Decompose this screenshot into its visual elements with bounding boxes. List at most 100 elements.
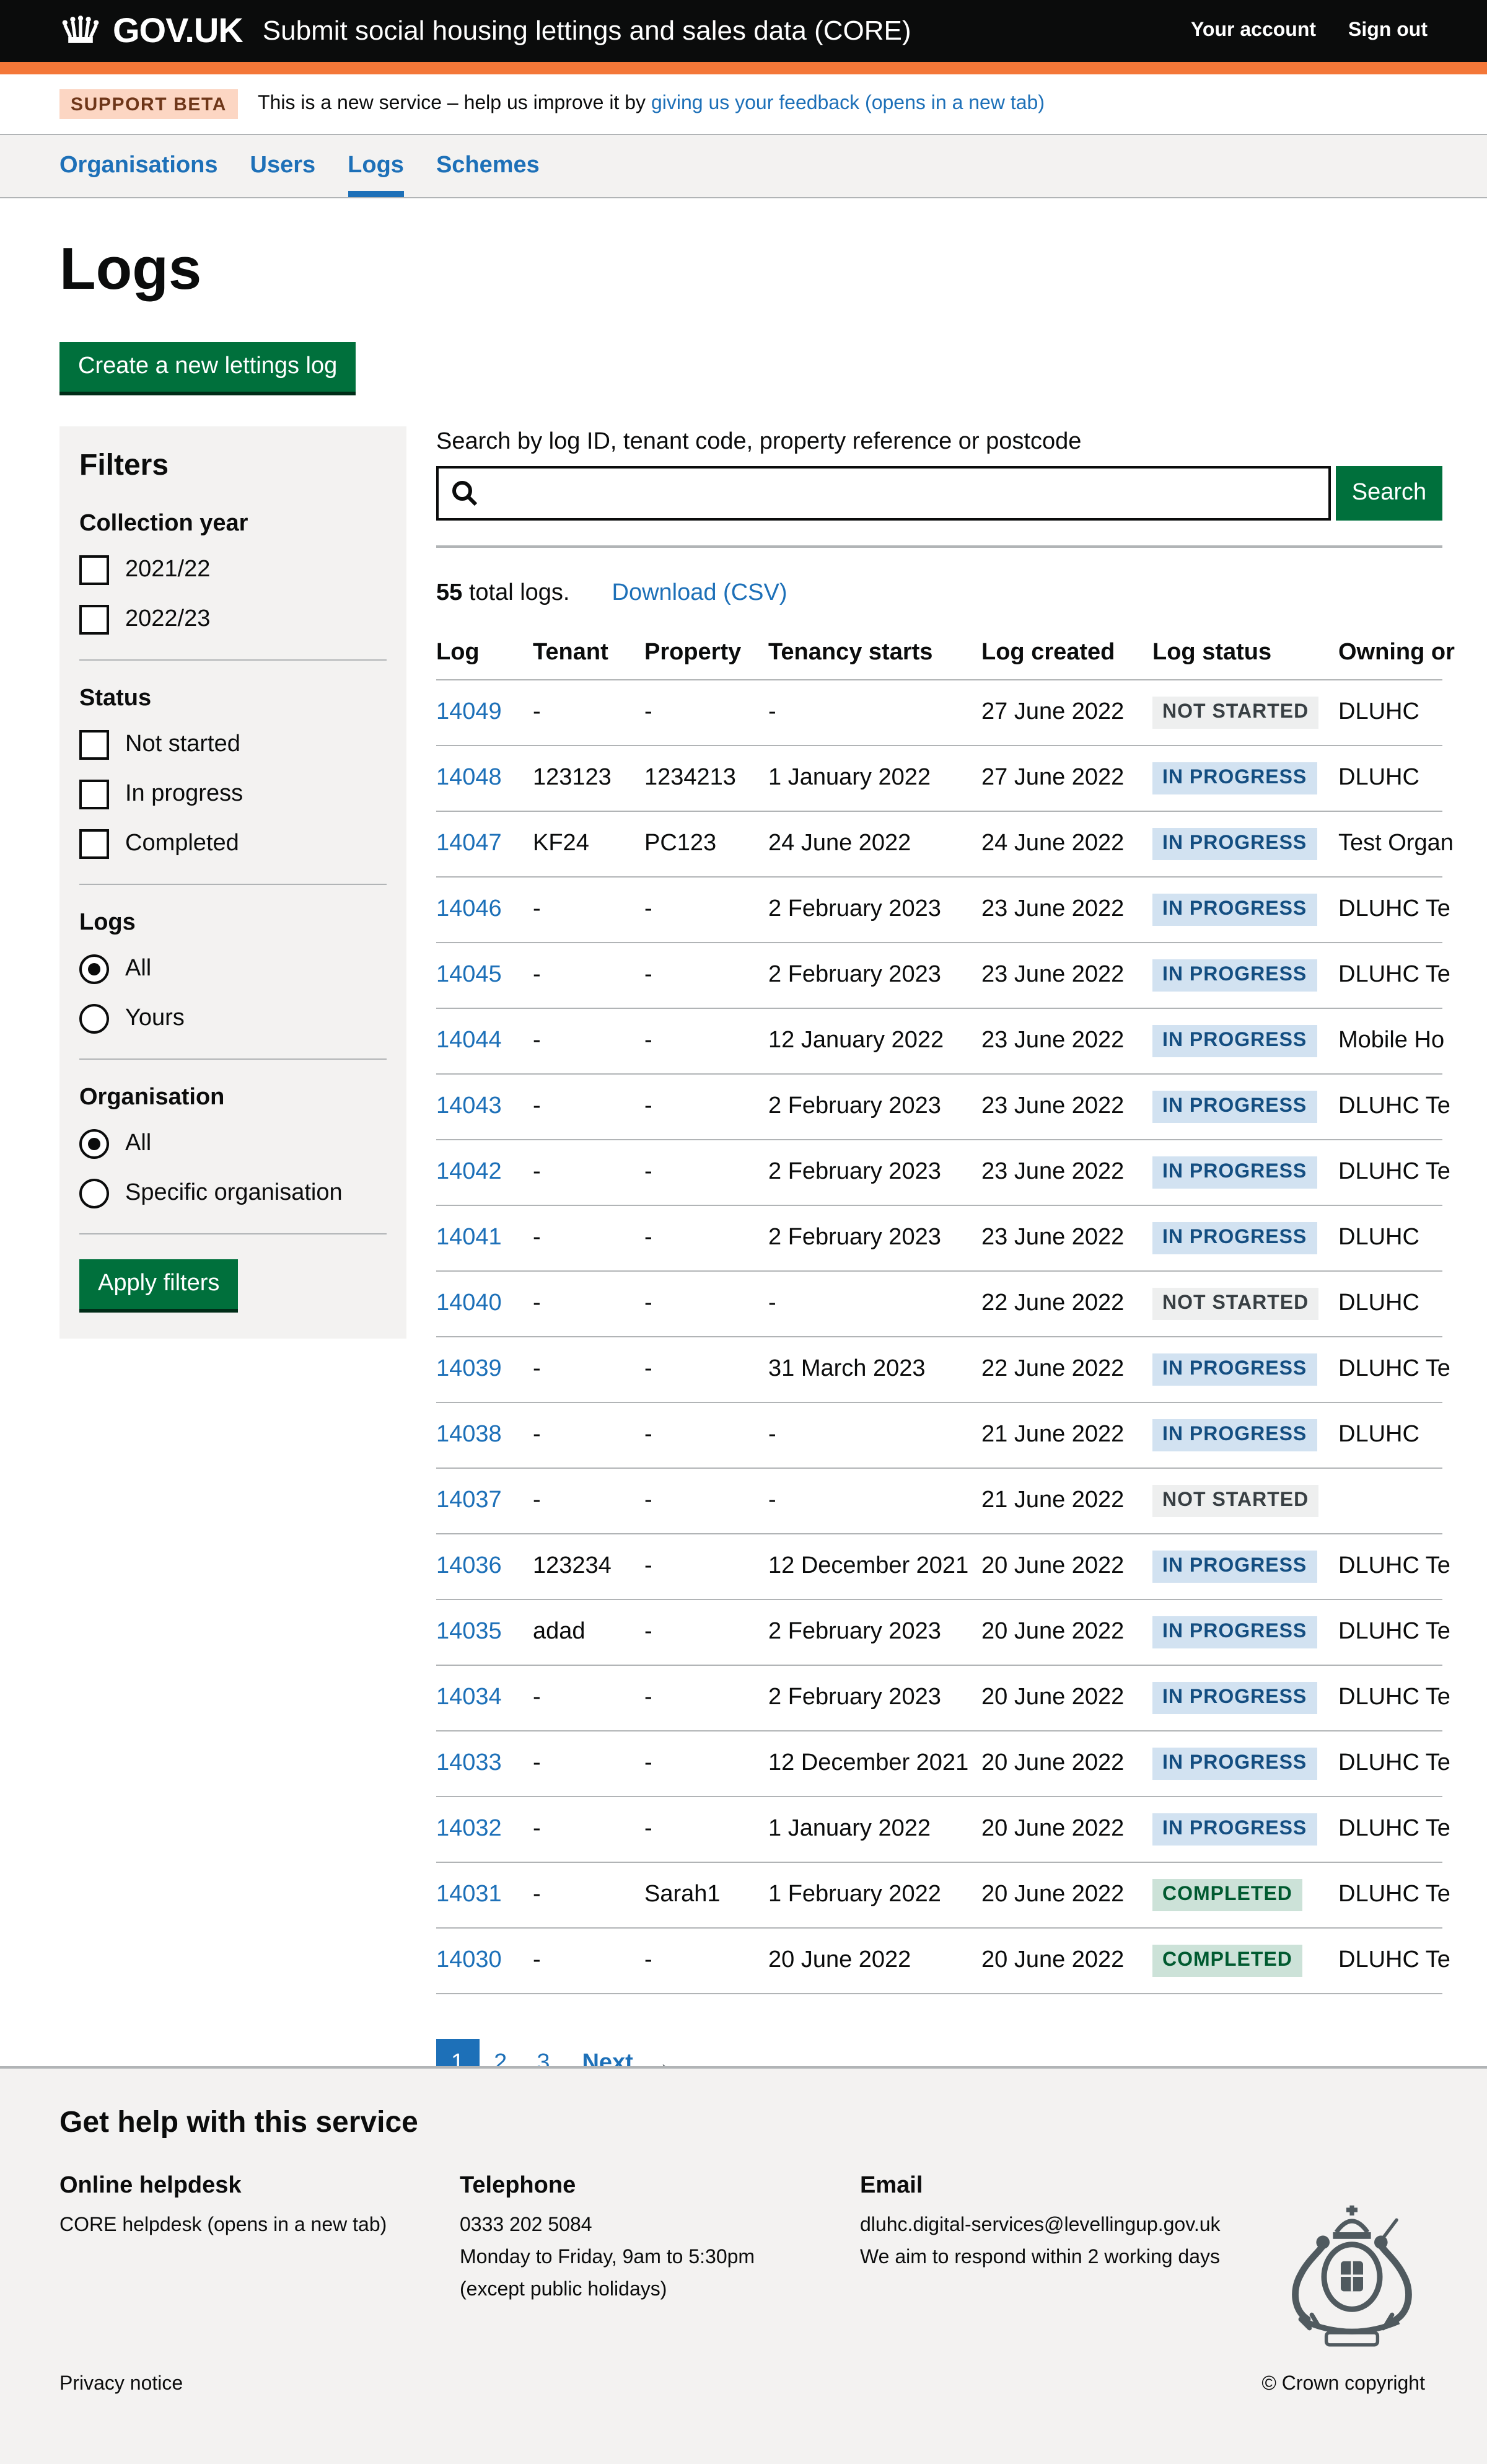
log-link[interactable]: 14045 <box>436 962 502 988</box>
log-link[interactable]: 14039 <box>436 1356 502 1382</box>
table-row: 14035adad-2 February 202320 June 2022IN … <box>436 1599 1442 1665</box>
filter-option-collection-year-2022-23[interactable]: 2022/23 <box>79 605 387 635</box>
filter-option-label: Specific organisation <box>125 1180 343 1207</box>
filters-panel: Filters Collection year2021/222022/23Sta… <box>59 426 406 1339</box>
tenant-cell: - <box>533 1928 644 1994</box>
nav-link-organisations[interactable]: Organisations <box>59 152 218 178</box>
govuk-logo[interactable]: GOV.UK <box>59 11 243 51</box>
log-link[interactable]: 14049 <box>436 699 502 725</box>
tenant-cell: - <box>533 1271 644 1337</box>
header-link-sign-out[interactable]: Sign out <box>1348 20 1428 42</box>
owning-organisation-cell: DLUHC Te <box>1338 877 1442 943</box>
log-link[interactable]: 14035 <box>436 1619 502 1645</box>
footer-link-online-helpdesk[interactable]: CORE helpdesk (opens in a new tab) <box>59 2215 387 2236</box>
log-created-cell: 21 June 2022 <box>981 1468 1152 1534</box>
privacy-notice-link[interactable]: Privacy notice <box>59 2374 183 2396</box>
log-id-cell: 14043 <box>436 1074 533 1140</box>
filter-option-label: Not started <box>125 731 240 759</box>
table-row: 14040---22 June 2022NOT STARTEDDLUHC <box>436 1271 1442 1337</box>
search-button[interactable]: Search <box>1336 466 1442 521</box>
results-column: Search by log ID, tenant code, property … <box>436 426 1442 2174</box>
log-link[interactable]: 14036 <box>436 1553 502 1579</box>
log-link[interactable]: 14040 <box>436 1290 502 1316</box>
checkbox[interactable] <box>79 780 109 809</box>
property-cell: - <box>644 1337 768 1402</box>
apply-filters-button[interactable]: Apply filters <box>79 1259 238 1309</box>
header-link-your-account[interactable]: Your account <box>1191 20 1316 42</box>
phase-banner: SUPPORT BETA This is a new service – hel… <box>0 74 1487 135</box>
log-link[interactable]: 14044 <box>436 1027 502 1054</box>
nav-link-schemes[interactable]: Schemes <box>436 152 540 178</box>
log-created-cell: 24 June 2022 <box>981 811 1152 877</box>
log-link[interactable]: 14030 <box>436 1947 502 1973</box>
download-csv-link[interactable]: Download (CSV) <box>612 580 787 606</box>
log-created-cell: 20 June 2022 <box>981 1731 1152 1797</box>
tenant-cell: - <box>533 943 644 1008</box>
log-link[interactable]: 14041 <box>436 1225 502 1251</box>
search-input[interactable] <box>436 466 1331 521</box>
log-link[interactable]: 14046 <box>436 896 502 922</box>
log-link[interactable]: 14042 <box>436 1159 502 1185</box>
tenant-cell: - <box>533 1140 644 1205</box>
log-id-cell: 14036 <box>436 1534 533 1599</box>
col-header-log: Log <box>436 630 533 680</box>
log-created-cell: 23 June 2022 <box>981 1205 1152 1271</box>
filter-option-collection-year-2021-22[interactable]: 2021/22 <box>79 555 387 585</box>
status-badge: IN PROGRESS <box>1152 1353 1317 1386</box>
owning-organisation-cell: DLUHC <box>1338 1205 1442 1271</box>
radio-button[interactable] <box>79 954 109 984</box>
log-status-cell: IN PROGRESS <box>1152 1205 1338 1271</box>
log-link[interactable]: 14032 <box>436 1816 502 1842</box>
filter-option-status-not-started[interactable]: Not started <box>79 730 387 760</box>
table-row: 14036123234-12 December 202120 June 2022… <box>436 1534 1442 1599</box>
beta-tag: SUPPORT BETA <box>59 89 238 119</box>
status-badge: NOT STARTED <box>1152 1288 1318 1320</box>
log-link[interactable]: 14031 <box>436 1881 502 1907</box>
filter-option-status-in-progress[interactable]: In progress <box>79 780 387 809</box>
log-link[interactable]: 14048 <box>436 765 502 791</box>
radio-button[interactable] <box>79 1004 109 1034</box>
log-link[interactable]: 14038 <box>436 1422 502 1448</box>
tenant-cell: - <box>533 1074 644 1140</box>
create-lettings-log-button[interactable]: Create a new lettings log <box>59 342 356 392</box>
log-created-cell: 20 June 2022 <box>981 1862 1152 1928</box>
log-link[interactable]: 14043 <box>436 1093 502 1119</box>
feedback-link[interactable]: giving us your feedback (opens in a new … <box>651 93 1045 114</box>
footer-link-email[interactable]: dluhc.digital-services@levellingup.gov.u… <box>860 2215 1221 2236</box>
property-cell: - <box>644 943 768 1008</box>
log-link[interactable]: 14033 <box>436 1750 502 1776</box>
filter-option-logs-yours[interactable]: Yours <box>79 1004 387 1034</box>
radio-button[interactable] <box>79 1129 109 1159</box>
owning-organisation-cell: DLUHC Te <box>1338 1534 1442 1599</box>
log-created-cell: 23 June 2022 <box>981 1074 1152 1140</box>
log-created-cell: 27 June 2022 <box>981 680 1152 746</box>
checkbox[interactable] <box>79 829 109 859</box>
checkbox[interactable] <box>79 605 109 635</box>
property-cell: - <box>644 1599 768 1665</box>
crown-copyright-link[interactable]: © Crown copyright <box>1261 2374 1425 2396</box>
log-link[interactable]: 14047 <box>436 830 502 856</box>
filter-option-logs-all[interactable]: All <box>79 954 387 984</box>
nav-link-logs[interactable]: Logs <box>348 152 404 178</box>
filter-option-organisation-all[interactable]: All <box>79 1129 387 1159</box>
log-status-cell: IN PROGRESS <box>1152 877 1338 943</box>
log-status-cell: IN PROGRESS <box>1152 811 1338 877</box>
checkbox[interactable] <box>79 730 109 760</box>
log-link[interactable]: 14034 <box>436 1684 502 1710</box>
log-status-cell: IN PROGRESS <box>1152 1140 1338 1205</box>
col-header-tenancy-starts: Tenancy starts <box>768 630 981 680</box>
log-link[interactable]: 14037 <box>436 1487 502 1513</box>
filter-option-label: 2021/22 <box>125 557 210 584</box>
nav-link-users[interactable]: Users <box>250 152 316 178</box>
logs-table: LogTenantPropertyTenancy startsLog creat… <box>436 630 1442 1994</box>
owning-organisation-cell: Mobile Ho <box>1338 1008 1442 1074</box>
table-row: 14033--12 December 202120 June 2022IN PR… <box>436 1731 1442 1797</box>
filter-option-organisation-specific-organisation[interactable]: Specific organisation <box>79 1179 387 1208</box>
filter-option-status-completed[interactable]: Completed <box>79 829 387 859</box>
tenancy-starts-cell: 24 June 2022 <box>768 811 981 877</box>
radio-button[interactable] <box>79 1179 109 1208</box>
service-name-link[interactable]: Submit social housing lettings and sales… <box>263 15 911 47</box>
status-badge: IN PROGRESS <box>1152 1616 1317 1648</box>
checkbox[interactable] <box>79 555 109 585</box>
property-cell: - <box>644 680 768 746</box>
